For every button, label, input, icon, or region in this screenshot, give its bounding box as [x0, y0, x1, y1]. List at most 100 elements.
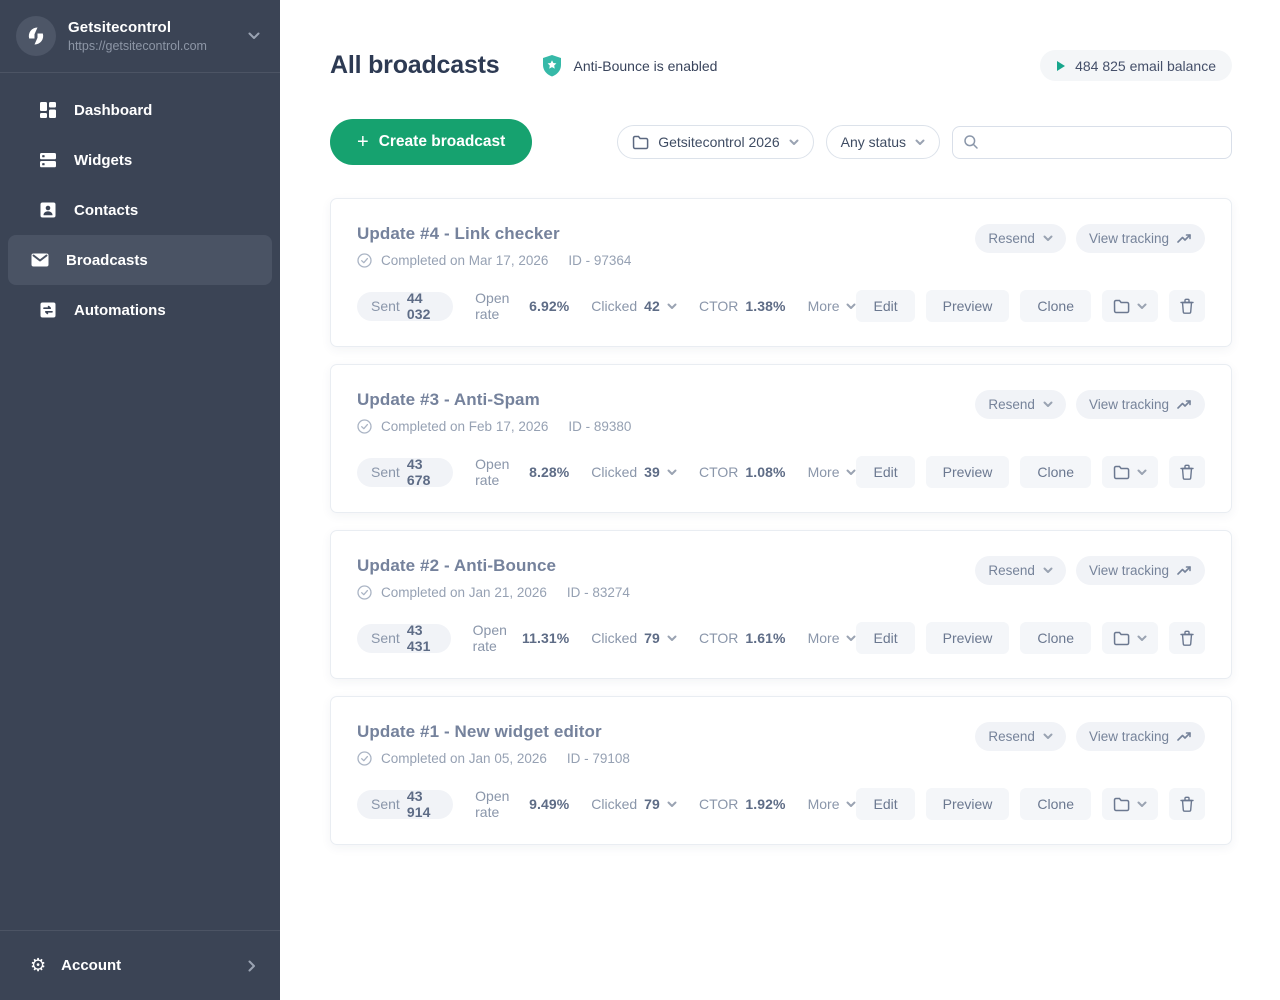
- sidebar-item-contacts[interactable]: Contacts: [8, 185, 272, 235]
- shield-star-icon: [541, 54, 563, 78]
- broadcast-card: Update #1 - New widget editor Completed …: [330, 696, 1232, 845]
- ctor-label: CTOR: [699, 464, 738, 480]
- edit-button[interactable]: Edit: [856, 788, 914, 820]
- clicked-stat-dropdown[interactable]: Clicked 79: [591, 630, 677, 646]
- sidebar-item-widgets[interactable]: Widgets: [8, 135, 272, 185]
- status-filter-dropdown[interactable]: Any status: [826, 125, 940, 159]
- sent-stat: Sent 43 431: [357, 624, 451, 653]
- clone-button[interactable]: Clone: [1020, 622, 1091, 654]
- sidebar-item-account[interactable]: ⚙ Account: [0, 930, 280, 1000]
- preview-button[interactable]: Preview: [926, 622, 1010, 654]
- search-input[interactable]: [987, 134, 1221, 150]
- card-titles: Update #3 - Anti-Spam Completed on Feb 1…: [357, 390, 975, 434]
- clicked-stat-dropdown[interactable]: Clicked 42: [591, 298, 677, 314]
- broadcast-title[interactable]: Update #2 - Anti-Bounce: [357, 556, 975, 576]
- sidebar-item-label: Dashboard: [74, 102, 152, 119]
- card-top-row: Update #2 - Anti-Bounce Completed on Jan…: [357, 556, 1205, 600]
- delete-button[interactable]: [1169, 788, 1205, 820]
- check-circle-icon: [357, 751, 372, 766]
- sent-value: 44 032: [407, 290, 439, 322]
- card-actions: Edit Preview Clone: [856, 622, 1205, 654]
- resend-button[interactable]: Resend: [975, 722, 1066, 751]
- folder-filter-value: Getsitecontrol 2026: [658, 134, 779, 150]
- broadcast-id: ID - 97364: [568, 253, 631, 268]
- anti-bounce-status: Anti-Bounce is enabled: [541, 54, 717, 78]
- broadcast-stats: Sent 43 914 Open rate 9.49% Clicked 79 C…: [357, 788, 856, 820]
- filters: Getsitecontrol 2026 Any status: [617, 125, 1232, 159]
- clicked-stat-dropdown[interactable]: Clicked 39: [591, 464, 677, 480]
- edit-label: Edit: [873, 298, 897, 314]
- folder-icon: [632, 135, 649, 150]
- view-tracking-button[interactable]: View tracking: [1076, 556, 1205, 585]
- chevron-down-icon: [248, 32, 260, 40]
- chevron-right-icon: [248, 960, 256, 972]
- trend-up-icon: [1177, 399, 1192, 410]
- edit-button[interactable]: Edit: [856, 456, 914, 488]
- more-stats-dropdown[interactable]: More: [808, 796, 857, 812]
- move-to-folder-button[interactable]: [1102, 456, 1158, 488]
- toolbar: + Create broadcast Getsitecontrol 2026 A…: [330, 119, 1232, 165]
- resend-button[interactable]: Resend: [975, 390, 1066, 419]
- folder-filter-dropdown[interactable]: Getsitecontrol 2026: [617, 125, 813, 159]
- clone-button[interactable]: Clone: [1020, 788, 1091, 820]
- gear-icon: ⚙: [30, 957, 46, 975]
- view-tracking-label: View tracking: [1089, 231, 1169, 246]
- open-rate-stat: Open rate 6.92%: [475, 290, 569, 322]
- clone-button[interactable]: Clone: [1020, 456, 1091, 488]
- clicked-stat-dropdown[interactable]: Clicked 79: [591, 796, 677, 812]
- chevron-down-icon: [1043, 235, 1053, 242]
- clone-label: Clone: [1037, 630, 1074, 646]
- sidebar-item-broadcasts[interactable]: Broadcasts: [8, 235, 272, 285]
- more-stats-dropdown[interactable]: More: [808, 630, 857, 646]
- delete-button[interactable]: [1169, 622, 1205, 654]
- email-balance-badge[interactable]: 484 825 email balance: [1040, 50, 1232, 81]
- edit-button[interactable]: Edit: [856, 622, 914, 654]
- open-rate-label: Open rate: [473, 622, 515, 654]
- ctor-value: 1.38%: [745, 298, 785, 314]
- workspace-name: Getsitecontrol: [68, 19, 248, 36]
- more-stats-dropdown[interactable]: More: [808, 298, 857, 314]
- view-tracking-button[interactable]: View tracking: [1076, 390, 1205, 419]
- open-rate-label: Open rate: [475, 456, 522, 488]
- move-to-folder-button[interactable]: [1102, 622, 1158, 654]
- delete-button[interactable]: [1169, 456, 1205, 488]
- create-broadcast-button[interactable]: + Create broadcast: [330, 119, 532, 165]
- move-to-folder-button[interactable]: [1102, 788, 1158, 820]
- view-tracking-button[interactable]: View tracking: [1076, 722, 1205, 751]
- workspace-switcher[interactable]: Getsitecontrol https://getsitecontrol.co…: [0, 0, 280, 73]
- more-stats-dropdown[interactable]: More: [808, 464, 857, 480]
- sidebar-item-automations[interactable]: Automations: [8, 285, 272, 335]
- broadcast-title[interactable]: Update #3 - Anti-Spam: [357, 390, 975, 410]
- preview-button[interactable]: Preview: [926, 456, 1010, 488]
- widgets-icon: [38, 150, 58, 170]
- clone-button[interactable]: Clone: [1020, 290, 1091, 322]
- card-titles: Update #4 - Link checker Completed on Ma…: [357, 224, 975, 268]
- broadcast-title[interactable]: Update #4 - Link checker: [357, 224, 975, 244]
- move-to-folder-button[interactable]: [1102, 290, 1158, 322]
- trash-icon: [1180, 298, 1194, 314]
- anti-bounce-label: Anti-Bounce is enabled: [573, 58, 717, 74]
- sidebar-item-label: Broadcasts: [66, 252, 148, 269]
- sidebar-item-dashboard[interactable]: Dashboard: [8, 85, 272, 135]
- status-filter-value: Any status: [841, 134, 906, 150]
- broadcast-title[interactable]: Update #1 - New widget editor: [357, 722, 975, 742]
- edit-button[interactable]: Edit: [856, 290, 914, 322]
- delete-button[interactable]: [1169, 290, 1205, 322]
- getsitecontrol-logo-icon: [25, 25, 47, 47]
- preview-button[interactable]: Preview: [926, 788, 1010, 820]
- broadcast-id: ID - 89380: [568, 419, 631, 434]
- workspace-logo: [16, 16, 56, 56]
- sent-stat: Sent 44 032: [357, 292, 453, 321]
- preview-button[interactable]: Preview: [926, 290, 1010, 322]
- broadcast-card: Update #3 - Anti-Spam Completed on Feb 1…: [330, 364, 1232, 513]
- resend-button[interactable]: Resend: [975, 556, 1066, 585]
- account-label: Account: [61, 957, 248, 974]
- clicked-label: Clicked: [591, 630, 637, 646]
- view-tracking-button[interactable]: View tracking: [1076, 224, 1205, 253]
- check-circle-icon: [357, 585, 372, 600]
- folder-icon: [1113, 631, 1130, 646]
- broadcast-id: ID - 83274: [567, 585, 630, 600]
- resend-button[interactable]: Resend: [975, 224, 1066, 253]
- open-rate-stat: Open rate 8.28%: [475, 456, 569, 488]
- sent-label: Sent: [371, 796, 400, 812]
